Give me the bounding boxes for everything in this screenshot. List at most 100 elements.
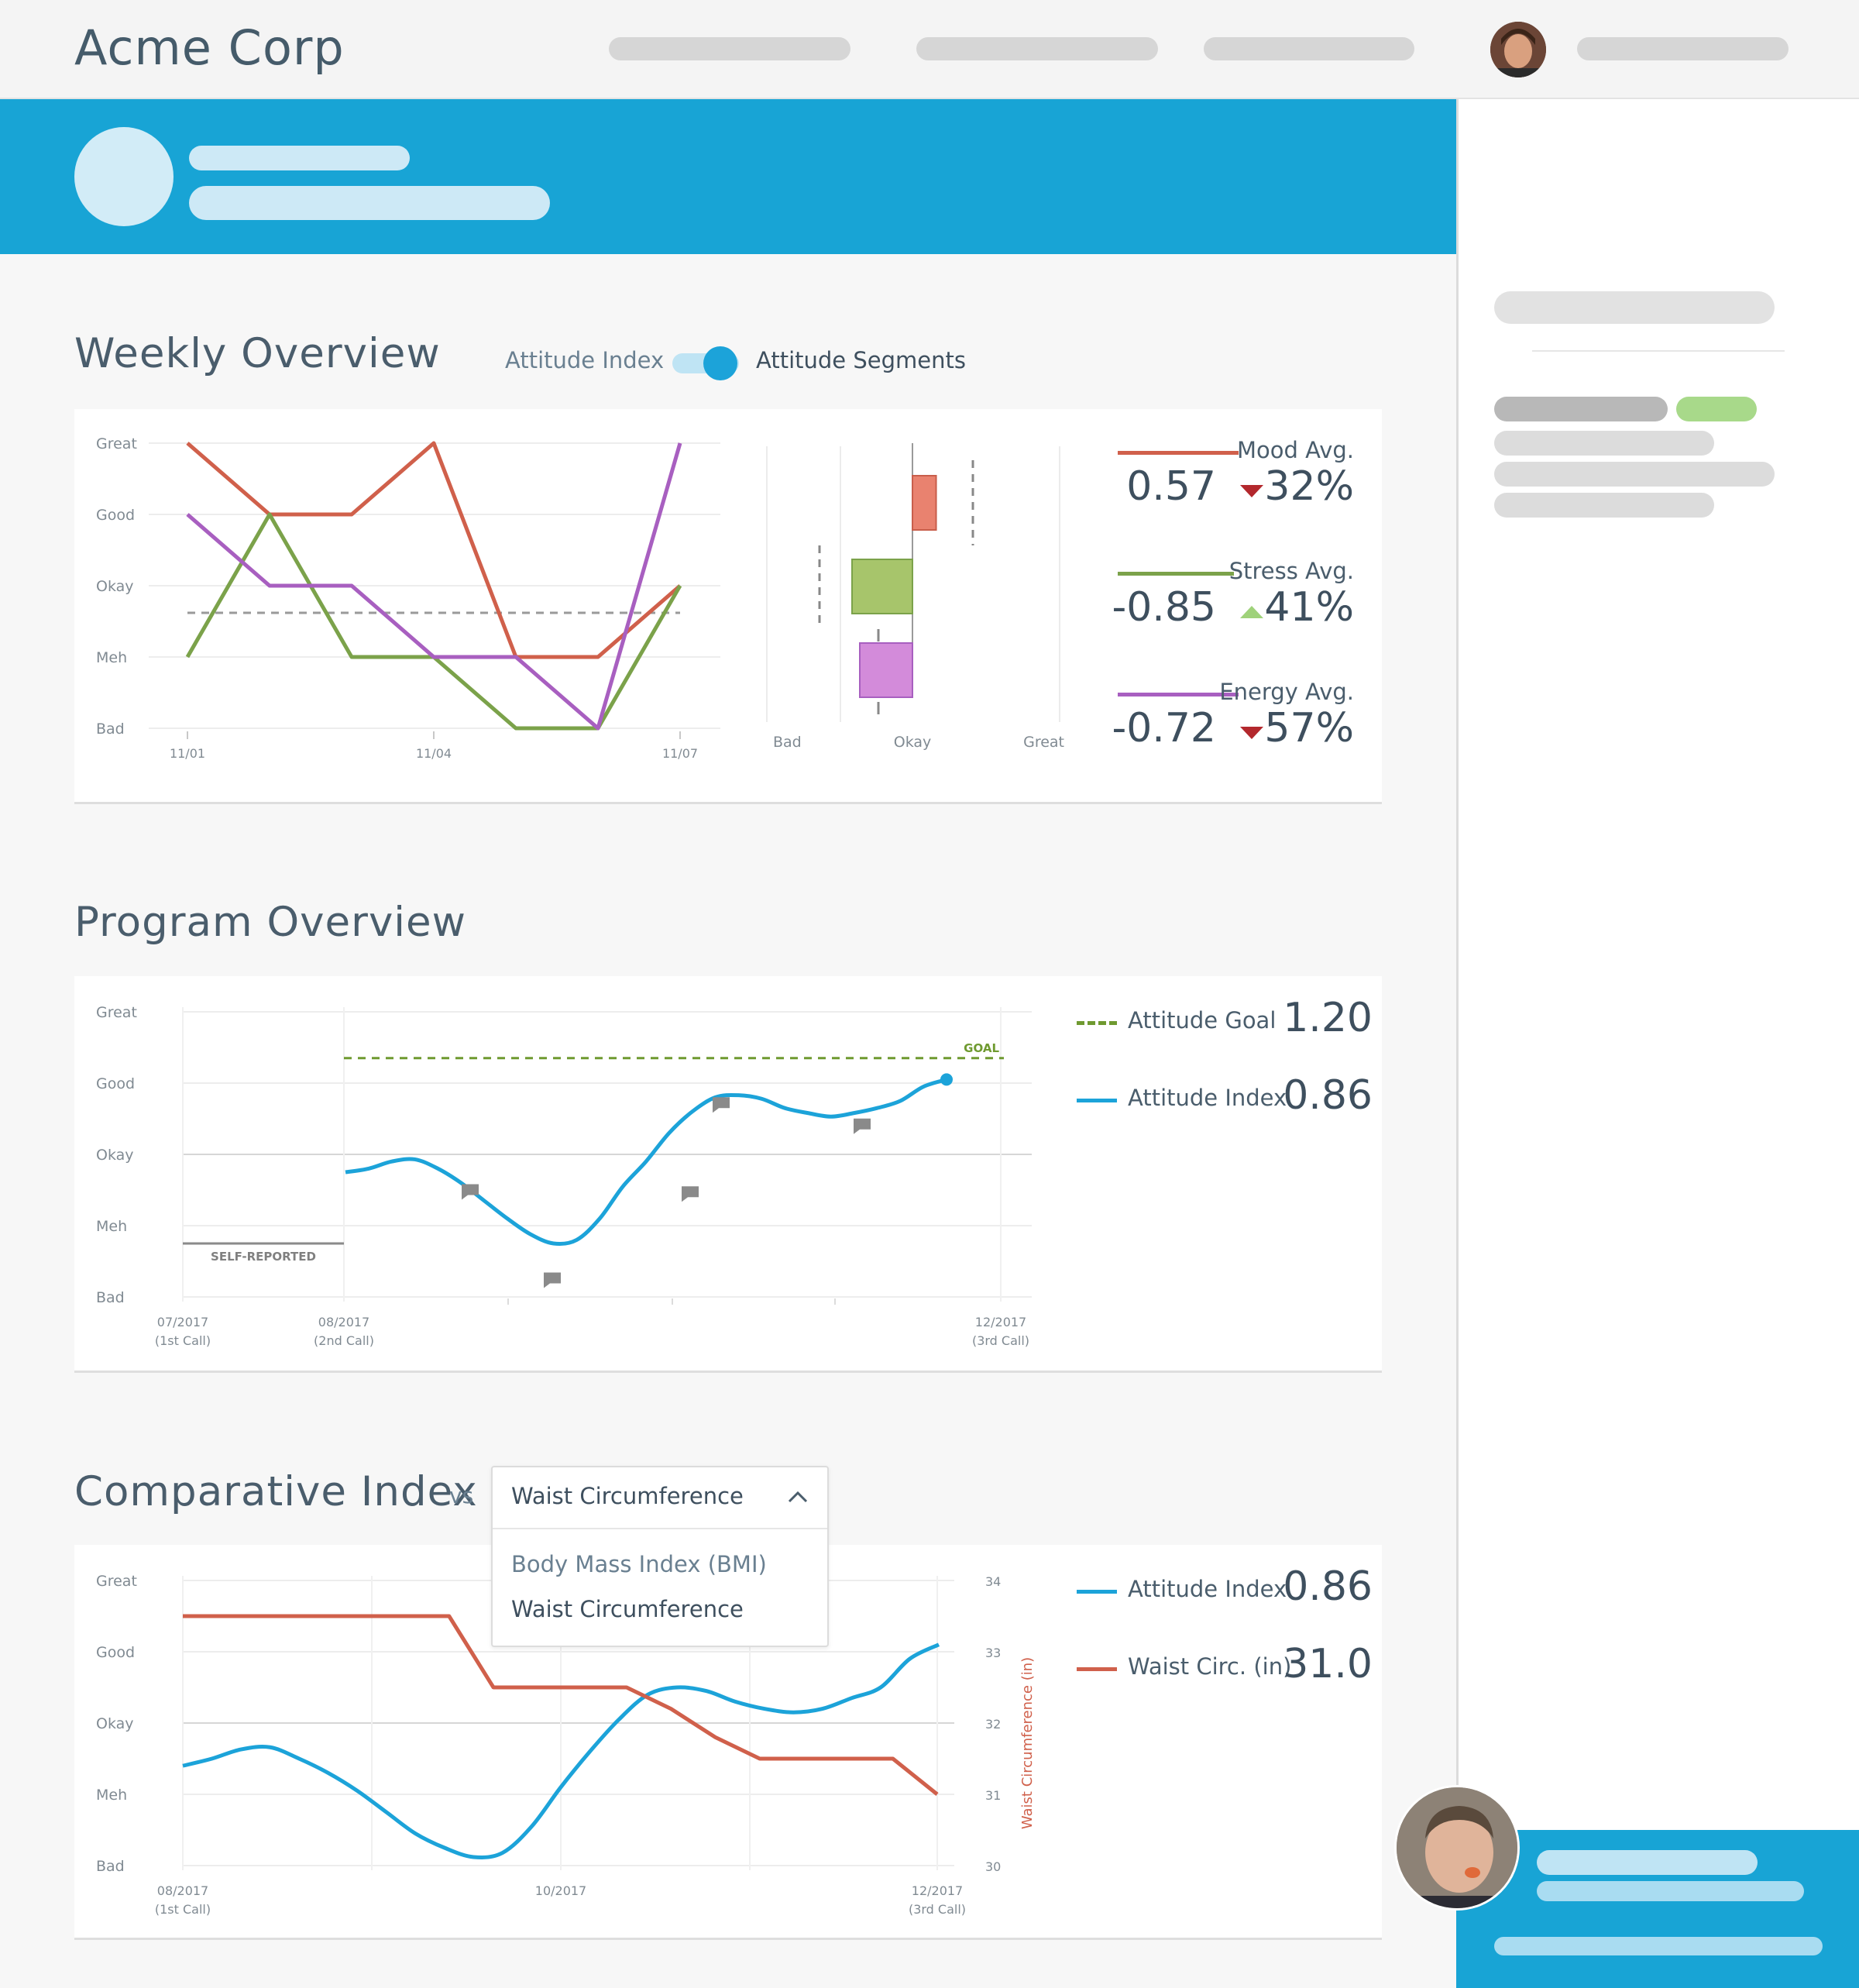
weekly-y-tick: Bad xyxy=(96,721,125,738)
user-avatar-image xyxy=(1490,22,1546,77)
toggle-knob xyxy=(703,346,737,380)
weekly-legend-change: 41% xyxy=(1264,584,1354,631)
nav-item-2[interactable] xyxy=(916,37,1158,60)
right-panel-tag-grey xyxy=(1494,397,1668,421)
right-panel-divider xyxy=(1532,350,1785,352)
compare-legend-swatch xyxy=(1077,1667,1117,1671)
weekly-x-tick: 11/07 xyxy=(662,746,698,761)
weekly-legend-value: -0.72 xyxy=(1112,705,1216,752)
comment-marker-icon xyxy=(462,1184,479,1200)
metric-option-bmi[interactable]: Body Mass Index (BMI) xyxy=(511,1551,767,1577)
chat-input-placeholder[interactable] xyxy=(1494,1937,1823,1955)
program-y-tick: Great xyxy=(96,1004,137,1021)
weekly-legend-change: 32% xyxy=(1264,463,1354,510)
weekly-legend-label: Energy Avg. xyxy=(1219,679,1354,705)
mood-series-line xyxy=(186,441,682,659)
vs-label: vs xyxy=(449,1483,474,1508)
program-y-tick: Okay xyxy=(96,1147,134,1164)
comment-marker-icon xyxy=(682,1186,699,1202)
weekly-overview-title: Weekly Overview xyxy=(74,330,441,377)
chat-title-placeholder xyxy=(1537,1850,1758,1875)
weekly-legend-label: Stress Avg. xyxy=(1228,558,1354,584)
weekly-legend-label: Mood Avg. xyxy=(1236,437,1354,463)
compare-x-tick: 08/2017 xyxy=(157,1883,208,1898)
metric-select-header[interactable]: Waist Circumference xyxy=(493,1467,827,1529)
metric-select[interactable]: Waist Circumference Body Mass Index (BMI… xyxy=(491,1466,829,1647)
weekly-legend-swatch xyxy=(1118,572,1234,576)
program-legend-value: 0.86 xyxy=(1283,1072,1373,1119)
coach-avatar-image xyxy=(1397,1787,1517,1908)
segment-x-tick: Bad xyxy=(773,734,802,751)
compare-y2-axis-label: Waist Circumference (in) xyxy=(1019,1657,1036,1829)
compare-legend-swatch xyxy=(1077,1590,1117,1594)
compare-legend-value: 31.0 xyxy=(1283,1641,1373,1687)
comparative-index-title: Comparative Index xyxy=(74,1468,478,1515)
weekly-y-tick: Good xyxy=(96,507,135,524)
program-overview-title: Program Overview xyxy=(74,899,466,946)
right-panel-line-1 xyxy=(1494,431,1714,456)
right-panel xyxy=(1456,99,1859,1988)
brand-logo[interactable]: Acme Corp xyxy=(74,17,345,79)
compare-x-tick: 12/2017 xyxy=(912,1883,963,1898)
user-name-placeholder[interactable] xyxy=(1577,37,1789,60)
compare-y-tick: Meh xyxy=(96,1787,127,1804)
chat-subtitle-placeholder xyxy=(1537,1881,1804,1901)
program-legend-label: Attitude Goal xyxy=(1128,1007,1277,1034)
program-x-tick: 12/2017 xyxy=(975,1315,1026,1329)
compare-legend-label: Waist Circ. (in) xyxy=(1128,1653,1292,1680)
trend-down-icon xyxy=(1240,727,1263,739)
weekly-legend-change: 57% xyxy=(1264,705,1354,752)
mood-segment-box xyxy=(912,475,937,531)
compare-y-tick: Good xyxy=(96,1644,135,1661)
segment-x-tick: Okay xyxy=(894,734,932,751)
weekly-y-tick: Okay xyxy=(96,578,134,595)
profile-name-placeholder xyxy=(189,146,410,170)
profile-subtitle-placeholder xyxy=(189,186,550,220)
compare-y2-tick: 30 xyxy=(985,1859,1001,1874)
user-avatar[interactable] xyxy=(1490,22,1546,77)
chevron-up-icon[interactable] xyxy=(787,1489,809,1505)
nav-item-1[interactable] xyxy=(609,37,850,60)
attitude-index-endpoint xyxy=(940,1073,953,1086)
program-y-tick: Good xyxy=(96,1075,135,1092)
energy-segment-box xyxy=(859,642,913,698)
weekly-legend-swatch xyxy=(1118,451,1239,455)
program-legend-swatch xyxy=(1077,1021,1117,1025)
program-legend-value: 1.20 xyxy=(1283,995,1373,1041)
program-legend-label: Attitude Index xyxy=(1128,1085,1287,1111)
program-x-tick-note: (2nd Call) xyxy=(314,1333,374,1348)
compare-x-tick-note: (3rd Call) xyxy=(909,1902,966,1917)
weekly-y-tick: Great xyxy=(96,435,137,452)
weekly-x-tick: 11/01 xyxy=(170,746,205,761)
compare-y2-tick: 34 xyxy=(985,1574,1001,1589)
program-x-tick-note: (1st Call) xyxy=(155,1333,211,1348)
attitude-toggle[interactable] xyxy=(672,346,739,380)
metric-option-waist[interactable]: Waist Circumference xyxy=(511,1596,744,1622)
coach-avatar[interactable] xyxy=(1394,1785,1520,1911)
program-x-tick: 07/2017 xyxy=(157,1315,208,1329)
compare-y2-tick: 31 xyxy=(985,1788,1001,1803)
program-x-tick: 08/2017 xyxy=(318,1315,369,1329)
compare-y-tick: Okay xyxy=(96,1715,134,1732)
compare-x-tick-note: (1st Call) xyxy=(155,1902,211,1917)
nav-item-3[interactable] xyxy=(1204,37,1414,60)
right-panel-heading-placeholder xyxy=(1494,291,1775,324)
goal-label: GOAL xyxy=(964,1041,999,1055)
toggle-right-label[interactable]: Attitude Segments xyxy=(756,347,966,373)
program-line-chart: Bad Meh Okay Good Great 07/2017 (1st Call) 08/2… xyxy=(96,1004,1032,1348)
stress-segment-box xyxy=(851,559,913,614)
profile-avatar-placeholder xyxy=(74,127,174,226)
toggle-left-label[interactable]: Attitude Index xyxy=(505,347,664,373)
trend-up-icon xyxy=(1240,606,1263,618)
compare-legend-value: 0.86 xyxy=(1283,1563,1373,1610)
compare-x-tick: 10/2017 xyxy=(535,1883,586,1898)
weekly-y-tick: Meh xyxy=(96,649,127,666)
right-panel-tag-green xyxy=(1676,397,1757,421)
compare-y-tick: Bad xyxy=(96,1858,125,1875)
program-legend-swatch xyxy=(1077,1099,1117,1102)
program-y-tick: Bad xyxy=(96,1289,125,1306)
comment-marker-icon xyxy=(713,1097,730,1113)
weekly-x-tick: 11/04 xyxy=(416,746,452,761)
right-panel-line-3 xyxy=(1494,493,1714,518)
compare-y2-tick: 33 xyxy=(985,1646,1001,1660)
